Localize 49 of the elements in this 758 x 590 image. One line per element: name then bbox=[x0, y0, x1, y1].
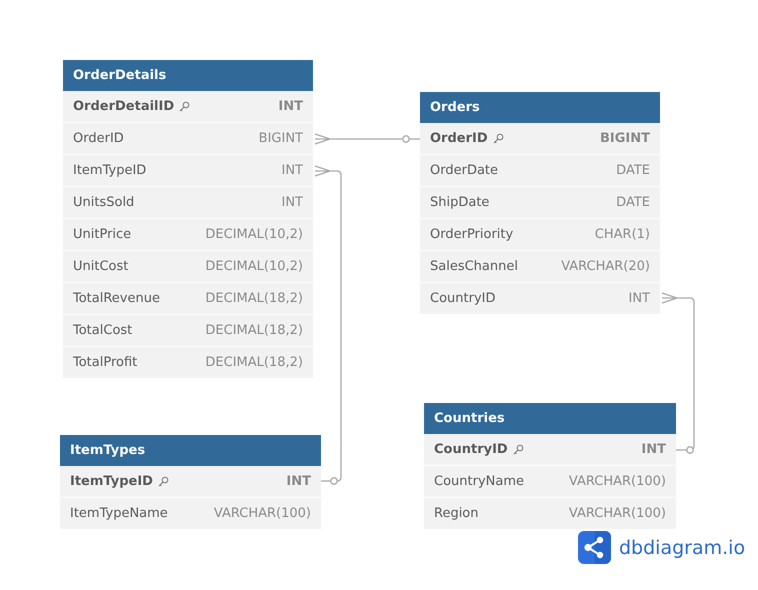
field-type: VARCHAR(20) bbox=[561, 259, 650, 274]
field-name: ItemTypeID bbox=[70, 474, 153, 489]
field-name: UnitCost bbox=[73, 259, 128, 274]
field-name: CountryName bbox=[434, 474, 524, 489]
field-name: TotalRevenue bbox=[73, 291, 160, 306]
brand-name[interactable]: dbdiagram.io bbox=[619, 536, 746, 558]
field-name: SalesChannel bbox=[430, 259, 518, 274]
field-name: Region bbox=[434, 506, 479, 521]
field-type: BIGINT bbox=[258, 131, 303, 146]
field-type: DECIMAL(18,2) bbox=[205, 355, 303, 370]
table-header[interactable]: ItemTypes bbox=[60, 435, 321, 466]
key-icon bbox=[512, 444, 524, 455]
key-icon bbox=[158, 476, 169, 487]
table-header[interactable]: OrderDetails bbox=[63, 60, 313, 91]
field-type: INT bbox=[282, 195, 303, 210]
field-type: INT bbox=[628, 291, 650, 306]
key-icon bbox=[179, 101, 190, 112]
field-name: CountryID bbox=[430, 291, 496, 306]
field-type: DECIMAL(18,2) bbox=[205, 291, 303, 306]
field-name: UnitsSold bbox=[73, 195, 134, 210]
field-name: OrderID bbox=[73, 131, 124, 146]
field-name: OrderID bbox=[430, 131, 488, 146]
field-name: ShipDate bbox=[430, 195, 490, 210]
field-type: INT bbox=[286, 474, 311, 489]
field-type: DATE bbox=[616, 163, 650, 178]
field-name: OrderDate bbox=[430, 163, 498, 178]
field-type: VARCHAR(100) bbox=[568, 506, 666, 521]
field-name: TotalCost bbox=[73, 323, 132, 338]
field-name: ItemTypeName bbox=[70, 506, 168, 521]
field-name: TotalProfit bbox=[73, 355, 138, 370]
key-icon bbox=[492, 133, 504, 144]
field-type: DECIMAL(10,2) bbox=[205, 227, 303, 242]
field-type: INT bbox=[282, 163, 303, 178]
field-type: CHAR(1) bbox=[594, 227, 650, 242]
field-name: UnitPrice bbox=[73, 227, 132, 242]
field-name: OrderDetailID bbox=[73, 99, 174, 114]
field-type: DATE bbox=[616, 195, 650, 210]
field-type: DECIMAL(18,2) bbox=[205, 323, 303, 338]
field-name: CountryID bbox=[434, 442, 508, 457]
field-type: DECIMAL(10,2) bbox=[205, 259, 303, 274]
field-name: OrderPriority bbox=[430, 227, 514, 242]
field-type: BIGINT bbox=[600, 131, 650, 146]
table-header[interactable]: Countries bbox=[424, 403, 676, 434]
field-type: INT bbox=[278, 99, 303, 114]
table-header[interactable]: Orders bbox=[420, 92, 660, 123]
field-type: VARCHAR(100) bbox=[214, 506, 311, 521]
field-type: INT bbox=[641, 442, 666, 457]
field-name: ItemTypeID bbox=[73, 163, 146, 178]
field-type: VARCHAR(100) bbox=[568, 474, 666, 489]
